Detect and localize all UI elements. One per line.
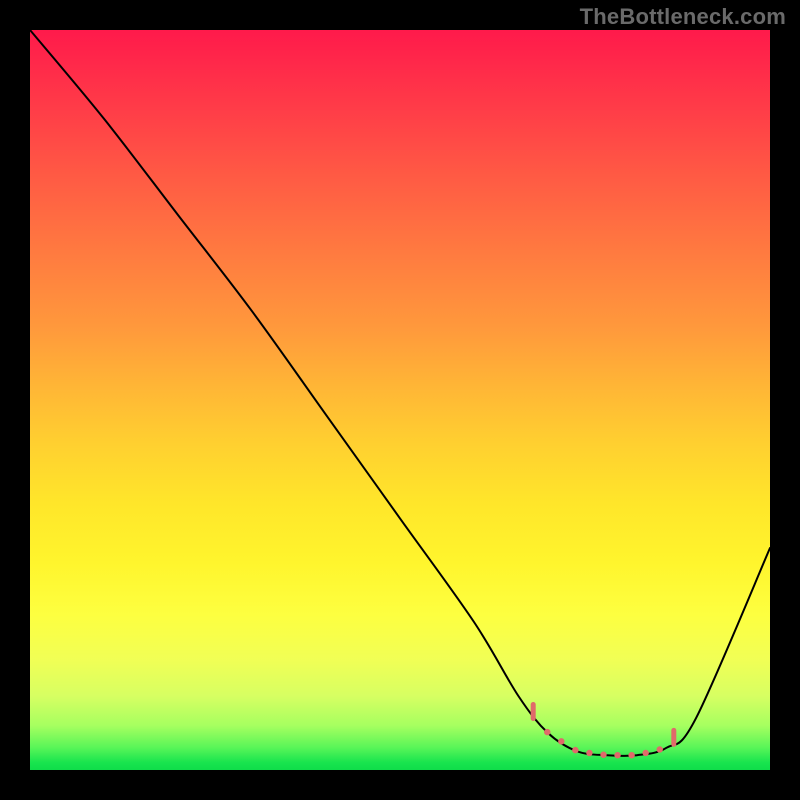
- chart-frame: TheBottleneck.com: [0, 0, 800, 800]
- curve-layer: [30, 30, 770, 770]
- flat-region-dot: [642, 750, 648, 756]
- flat-region-dot: [558, 738, 564, 744]
- flat-region-dot: [614, 752, 620, 758]
- bottleneck-curve: [30, 30, 770, 756]
- flat-region-dot: [657, 746, 663, 752]
- attribution-text: TheBottleneck.com: [580, 4, 786, 30]
- flat-region-dot: [544, 729, 550, 735]
- flat-region-dot: [628, 752, 634, 758]
- flat-region-markers: [533, 705, 674, 759]
- flat-region-dot: [572, 747, 578, 753]
- flat-region-dot: [586, 750, 592, 756]
- plot-area: [30, 30, 770, 770]
- flat-region-dot: [600, 752, 606, 758]
